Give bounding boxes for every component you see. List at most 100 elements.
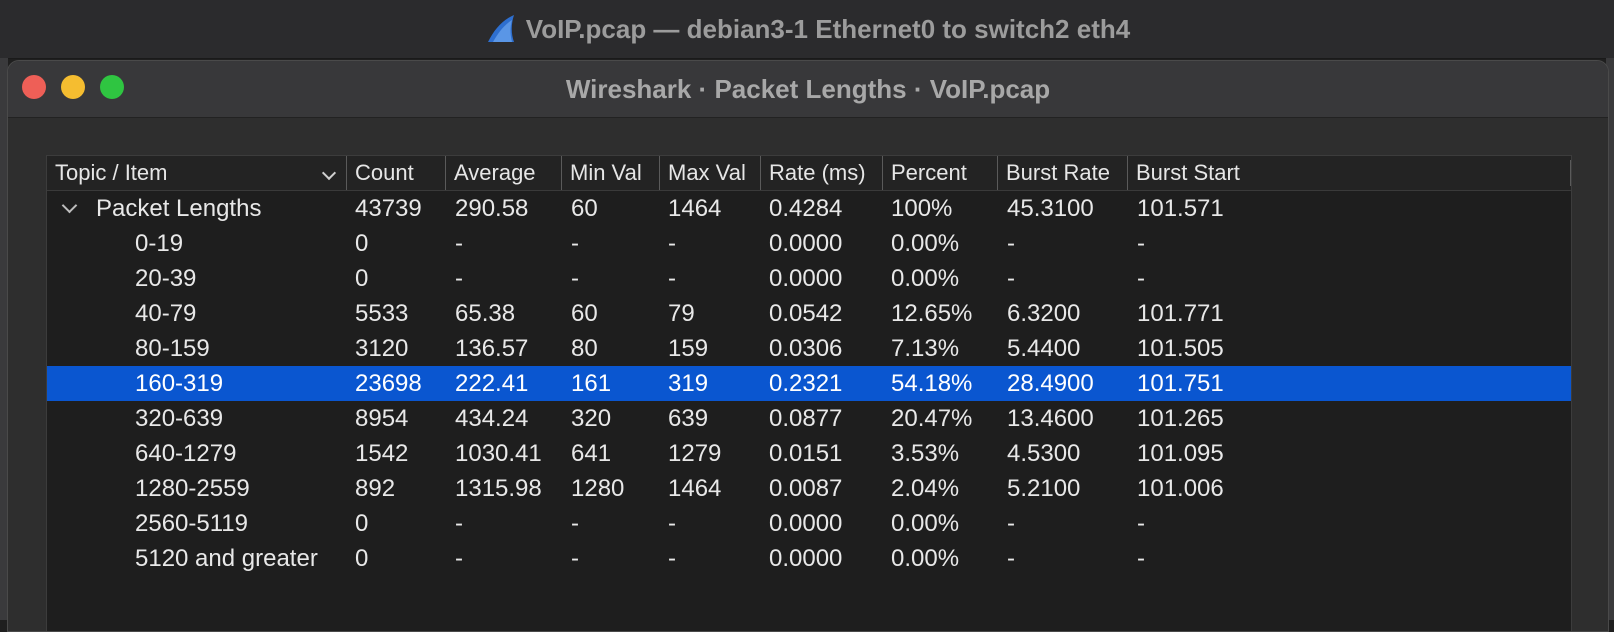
cell-burst-rate: - <box>1007 510 1015 537</box>
column-header-max-val[interactable]: Max Val <box>660 156 761 190</box>
column-header-percent[interactable]: Percent <box>883 156 998 190</box>
cell-burst-rate: 5.4400 <box>1007 335 1081 362</box>
column-header-min-val[interactable]: Min Val <box>562 156 660 190</box>
minimize-button[interactable] <box>61 75 85 99</box>
dialog-title: Wireshark · Packet Lengths · VoIP.pcap <box>565 73 1051 104</box>
row-packet-lengths[interactable]: Packet Lengths 43739 290.58 60 1464 0.4284 100… <box>47 191 1571 226</box>
row-40-79[interactable]: 40-79 5533 65.38 60 79 0.0542 12.65% 6.3200 101.… <box>47 296 1571 331</box>
cell-min-val: - <box>571 545 579 572</box>
cell-max-val: - <box>668 230 676 257</box>
row-0-19[interactable]: 0-19 0 - - - 0.0000 0.00% - - <box>47 226 1571 261</box>
app-titlebar: VoIP.pcap — debian3-1 Ethernet0 to switc… <box>0 0 1614 59</box>
cell-topic: 1280-2559 <box>135 475 250 502</box>
cell-max-val: 1279 <box>668 440 722 467</box>
row-80-159[interactable]: 80-159 3120 136.57 80 159 0.0306 7.13% 5.4400 10… <box>47 331 1571 366</box>
cell-average: - <box>455 545 463 572</box>
cell-count: 0 <box>355 230 369 257</box>
row-2560-5119[interactable]: 2560-5119 0 - - - 0.0000 0.00% - - <box>47 506 1571 541</box>
cell-percent: 12.65% <box>891 300 973 327</box>
dialog-titlebar: Wireshark · Packet Lengths · VoIP.pcap <box>8 61 1608 118</box>
column-header-burst-rate[interactable]: Burst Rate <box>998 156 1128 190</box>
column-header-average[interactable]: Average <box>446 156 562 190</box>
cell-burst-start: 101.265 <box>1137 405 1224 432</box>
column-header-burst-start[interactable]: Burst Start <box>1128 156 1328 190</box>
cell-count: 0 <box>355 265 369 292</box>
cell-topic: 2560-5119 <box>135 510 248 537</box>
cell-max-val: - <box>668 265 676 292</box>
cell-max-val: 159 <box>668 335 709 362</box>
cell-rate: 0.0877 <box>769 405 843 432</box>
cell-min-val: 161 <box>571 370 612 397</box>
column-header-rate[interactable]: Rate (ms) <box>761 156 883 190</box>
cell-rate: 0.0151 <box>769 440 843 467</box>
cell-average: 136.57 <box>455 335 529 362</box>
cell-min-val: - <box>571 510 579 537</box>
cell-topic: 40-79 <box>135 300 197 327</box>
column-header-label: Max Val <box>668 160 746 185</box>
table-header: Topic / Item Count Average Min Val Max V… <box>47 156 1571 191</box>
cell-rate: 0.0306 <box>769 335 843 362</box>
cell-count: 8954 <box>355 405 409 432</box>
cell-average: 1030.41 <box>455 440 542 467</box>
row-1280-2559[interactable]: 1280-2559 892 1315.98 1280 1464 0.0087 2.04% 5.… <box>47 471 1571 506</box>
cell-percent: 2.04% <box>891 475 960 502</box>
cell-burst-rate: 6.3200 <box>1007 300 1081 327</box>
chevron-down-icon[interactable] <box>61 197 78 214</box>
cell-rate: 0.0542 <box>769 300 843 327</box>
cell-min-val: 60 <box>571 195 598 222</box>
close-button[interactable] <box>22 75 46 99</box>
cell-rate: 0.0000 <box>769 510 843 537</box>
cell-percent: 0.00% <box>891 230 960 257</box>
packet-lengths-dialog: Wireshark · Packet Lengths · VoIP.pcap T… <box>7 60 1609 632</box>
cell-average: 222.41 <box>455 370 529 397</box>
cell-percent: 7.13% <box>891 335 960 362</box>
column-header-label: Burst Start <box>1136 160 1240 185</box>
cell-percent: 0.00% <box>891 265 960 292</box>
cell-count: 5533 <box>355 300 409 327</box>
cell-count: 0 <box>355 545 369 572</box>
cell-average: 434.24 <box>455 405 529 432</box>
maximize-button[interactable] <box>100 75 124 99</box>
column-header-count[interactable]: Count <box>347 156 446 190</box>
cell-percent: 20.47% <box>891 405 973 432</box>
column-header-topic[interactable]: Topic / Item <box>47 156 347 190</box>
cell-min-val: 320 <box>571 405 612 432</box>
cell-topic: Packet Lengths <box>96 195 262 222</box>
cell-burst-rate: 5.2100 <box>1007 475 1081 502</box>
cell-count: 43739 <box>355 195 422 222</box>
cell-average: 65.38 <box>455 300 516 327</box>
cell-burst-start: 101.571 <box>1137 195 1224 222</box>
cell-rate: 0.0000 <box>769 265 843 292</box>
cell-burst-start: 101.505 <box>1137 335 1224 362</box>
column-header-label: Count <box>355 160 414 185</box>
column-header-label: Rate (ms) <box>769 160 866 185</box>
cell-topic: 80-159 <box>135 335 210 362</box>
row-20-39[interactable]: 20-39 0 - - - 0.0000 0.00% - - <box>47 261 1571 296</box>
cell-average: 290.58 <box>455 195 529 222</box>
row-160-319[interactable]: 160-319 23698 222.41 161 319 0.2321 54.18% 28.4… <box>47 366 1571 401</box>
cell-topic: 0-19 <box>135 230 184 257</box>
cell-min-val: - <box>571 230 579 257</box>
cell-count: 892 <box>355 475 396 502</box>
cell-max-val: 639 <box>668 405 709 432</box>
cell-max-val: - <box>668 545 676 572</box>
cell-average: - <box>455 230 463 257</box>
row-640-1279[interactable]: 640-1279 1542 1030.41 641 1279 0.0151 3.53% 4.5… <box>47 436 1571 471</box>
cell-max-val: 1464 <box>668 195 722 222</box>
cell-max-val: 319 <box>668 370 709 397</box>
cell-burst-start: 101.751 <box>1137 370 1224 397</box>
cell-rate: 0.4284 <box>769 195 843 222</box>
column-header-label: Topic / Item <box>55 160 168 185</box>
cell-min-val: 1280 <box>571 475 625 502</box>
cell-topic: 20-39 <box>135 265 197 292</box>
column-divider <box>1570 160 1571 186</box>
row-5120-and-greater[interactable]: 5120 and greater 0 - - - 0.0000 0.00% - - <box>47 541 1571 576</box>
cell-min-val: - <box>571 265 579 292</box>
cell-burst-rate: - <box>1007 545 1015 572</box>
cell-burst-start: 101.095 <box>1137 440 1224 467</box>
row-320-639[interactable]: 320-639 8954 434.24 320 639 0.0877 20.47% 13.46… <box>47 401 1571 436</box>
chevron-down-icon[interactable] <box>321 165 337 181</box>
wireshark-fin-icon <box>487 15 514 42</box>
cell-burst-rate: 45.3100 <box>1007 195 1094 222</box>
stats-table[interactable]: Topic / Item Count Average Min Val Max V… <box>46 155 1572 631</box>
